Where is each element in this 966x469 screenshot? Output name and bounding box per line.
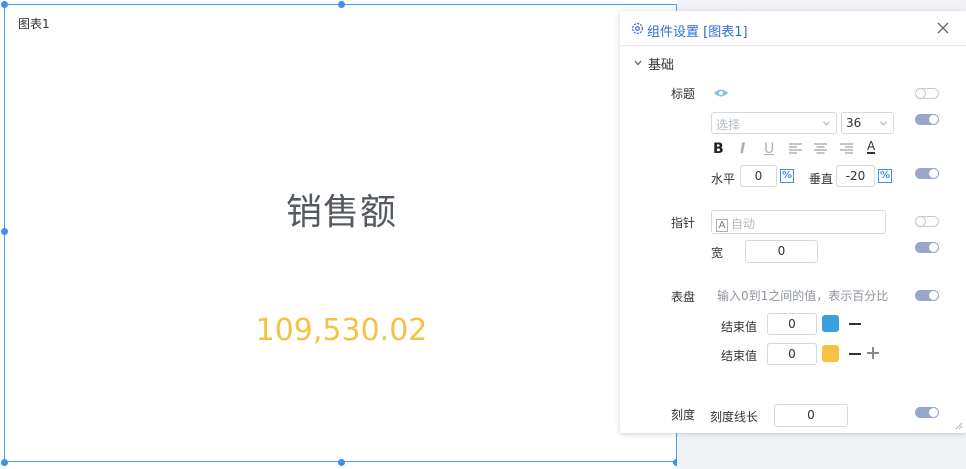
section-basic-label: 基础	[648, 58, 675, 73]
pointer-type-icon: A	[716, 219, 728, 232]
align-left-icon[interactable]	[789, 143, 802, 155]
dial-row-label: 表盘	[671, 290, 696, 304]
dial-hint: 输入0到1之间的值，表示百分比	[717, 289, 889, 303]
range-end-label-2: 结束值	[721, 349, 758, 363]
add-range-button[interactable]	[867, 347, 879, 359]
range-end-label-1: 结束值	[721, 320, 758, 334]
gauge-title: 销售额	[285, 192, 397, 233]
resize-handle-top[interactable]	[338, 1, 345, 8]
widget-label: 图表1	[18, 17, 50, 31]
gauge-value: 109,530.02	[255, 313, 428, 348]
resize-handle-top-left[interactable]	[1, 1, 8, 8]
eye-icon[interactable]	[713, 88, 729, 98]
scale-toggle[interactable]	[915, 407, 939, 418]
title-visible-toggle[interactable]	[915, 88, 939, 99]
range-end-input-2[interactable]: 0	[767, 343, 817, 365]
tick-length-label: 刻度线长	[710, 410, 759, 424]
pointer-width-toggle[interactable]	[915, 242, 939, 253]
range-color-swatch-1[interactable]	[822, 315, 839, 332]
remove-range-button-2[interactable]	[849, 353, 861, 355]
font-toggle[interactable]	[915, 114, 939, 125]
panel-title: 组件设置 [图表1]	[647, 25, 748, 40]
font-color-button[interactable]: A	[867, 140, 876, 154]
font-size-select[interactable]: 36	[841, 112, 894, 134]
font-size-value: 36	[846, 116, 862, 130]
dial-toggle[interactable]	[915, 290, 939, 301]
horizontal-percent-toggle[interactable]: %	[780, 169, 794, 183]
horizontal-label: 水平	[711, 172, 736, 186]
align-center-icon[interactable]	[814, 143, 827, 155]
pointer-width-label: 宽	[711, 246, 724, 260]
chart-widget-canvas[interactable]: 图表1 销售额 109,530.02	[4, 4, 677, 462]
pointer-placeholder: 自动	[731, 217, 756, 231]
section-basic-header[interactable]: 基础	[634, 54, 674, 73]
gear-icon	[632, 23, 643, 34]
range-end-input-1[interactable]: 0	[767, 313, 817, 335]
align-right-icon[interactable]	[840, 143, 853, 155]
resize-handle-bottom[interactable]	[338, 459, 345, 466]
italic-button[interactable]: I	[740, 141, 745, 157]
pointer-toggle[interactable]	[915, 216, 939, 227]
position-toggle[interactable]	[915, 168, 939, 179]
tick-length-input[interactable]: 0	[774, 404, 848, 427]
close-icon[interactable]	[935, 20, 951, 36]
panel-header: 组件设置 [图表1]	[620, 11, 966, 46]
pointer-select[interactable]: A 自动	[711, 210, 886, 234]
font-family-placeholder: 选择	[716, 118, 741, 132]
vertical-percent-toggle[interactable]: %	[878, 169, 892, 183]
chevron-down-icon	[634, 60, 642, 66]
bold-button[interactable]: B	[713, 141, 724, 157]
scale-row-label: 刻度	[671, 408, 696, 422]
chevron-down-icon	[880, 121, 887, 126]
underline-button[interactable]: U	[764, 141, 774, 157]
pointer-width-input[interactable]: 0	[745, 240, 818, 263]
vertical-label: 垂直	[809, 172, 834, 186]
panel-resize-grip-icon[interactable]	[953, 420, 963, 430]
vertical-input[interactable]: -20	[836, 165, 875, 187]
pointer-row-label: 指针	[671, 216, 696, 230]
resize-handle-bottom-left[interactable]	[1, 459, 8, 466]
range-color-swatch-2[interactable]	[822, 345, 839, 362]
component-settings-panel: 组件设置 [图表1] 基础 标题 选择 36 B I U A 水平 0 % 垂直	[620, 11, 966, 433]
title-row-label: 标题	[671, 87, 696, 101]
horizontal-input[interactable]: 0	[740, 165, 777, 187]
chevron-down-icon	[823, 121, 830, 126]
resize-handle-left[interactable]	[1, 228, 8, 235]
remove-range-button-1[interactable]	[849, 323, 861, 325]
font-family-select[interactable]: 选择	[711, 112, 837, 134]
